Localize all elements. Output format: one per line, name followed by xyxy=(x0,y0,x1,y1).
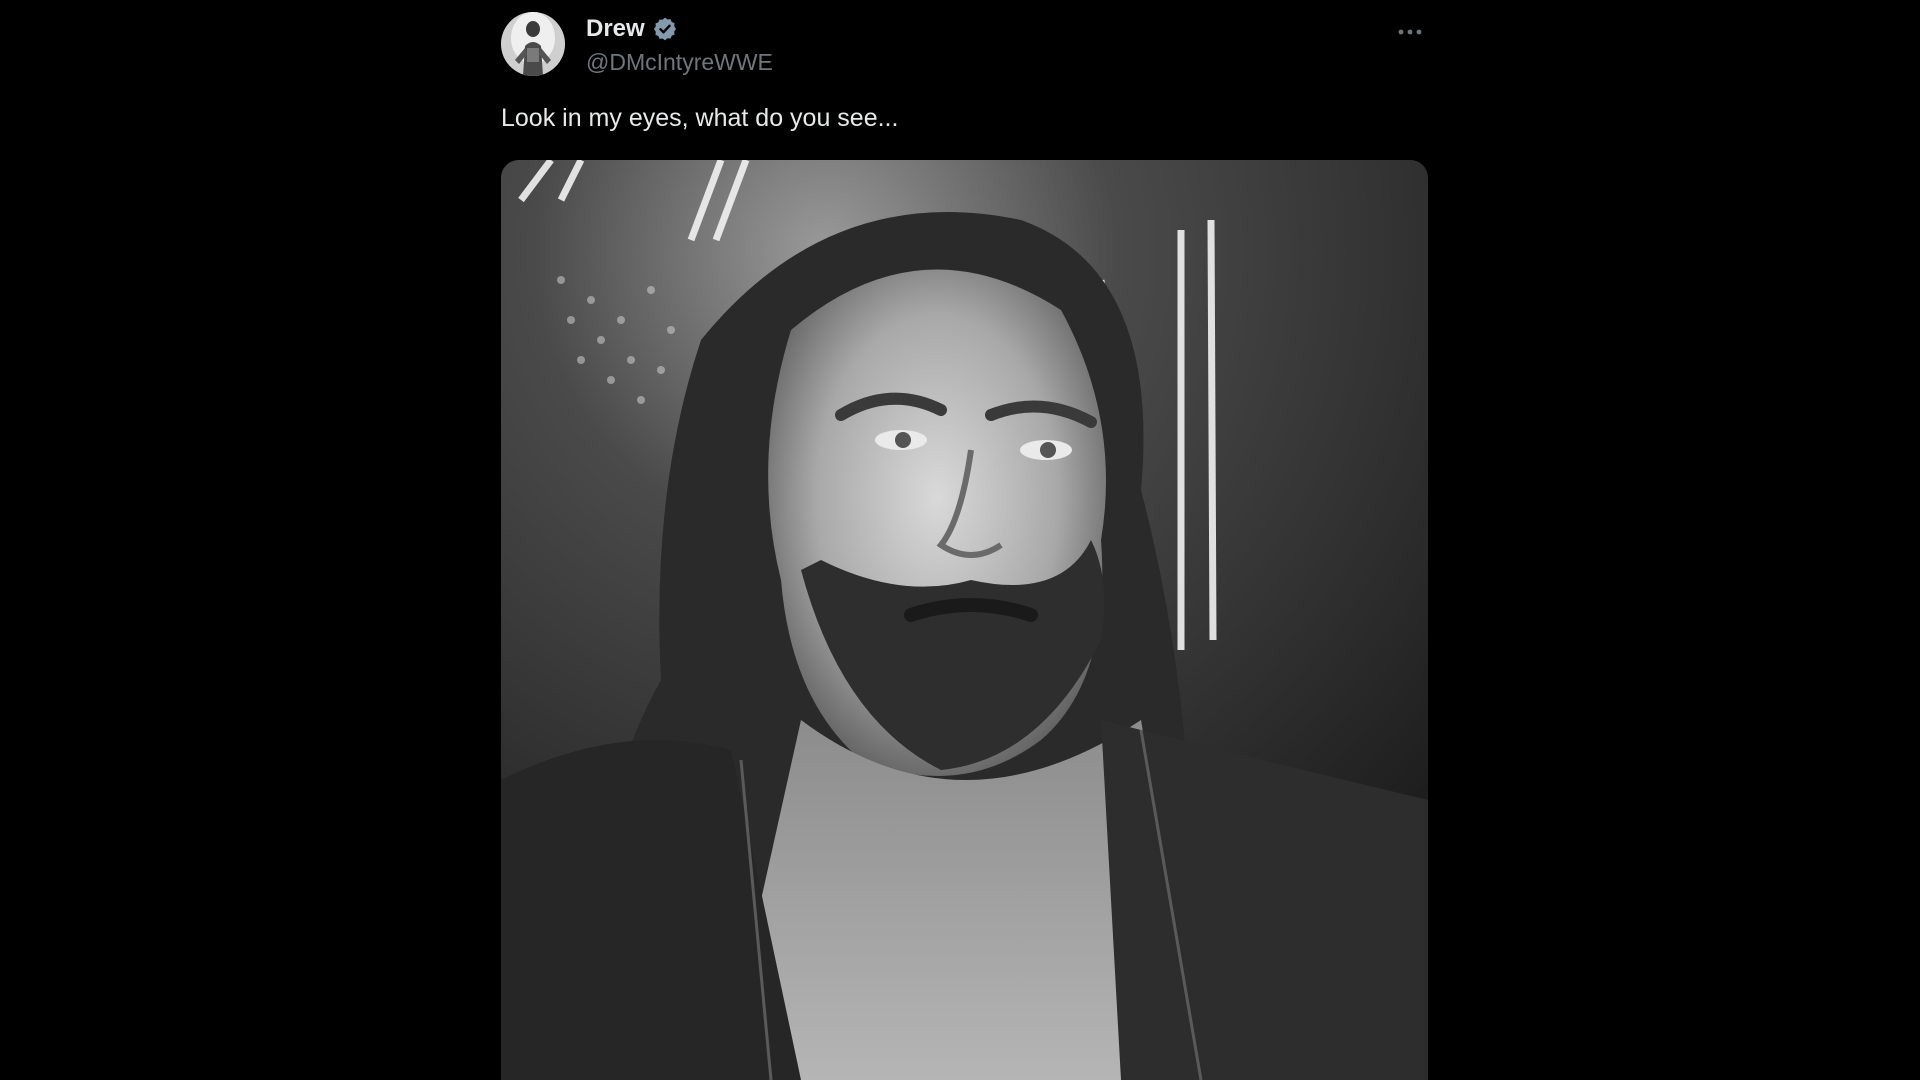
avatar-image xyxy=(501,12,565,76)
author-name-row: Drew xyxy=(586,14,678,44)
author-display-name[interactable]: Drew xyxy=(586,15,645,43)
verified-badge-icon[interactable] xyxy=(652,16,678,42)
more-horizontal-icon xyxy=(1398,29,1422,35)
tweet-photo-image xyxy=(501,160,1428,1080)
tweet-header: Drew @DMcIntyreWWE xyxy=(501,12,1428,80)
tweet-text: Look in my eyes, what do you see... xyxy=(501,104,899,132)
avatar[interactable] xyxy=(501,12,565,76)
more-options-button[interactable] xyxy=(1392,20,1428,44)
tweet: Drew @DMcIntyreWWE Look in my eyes, what… xyxy=(501,0,1428,1080)
author-handle[interactable]: @DMcIntyreWWE xyxy=(586,49,773,76)
tweet-photo[interactable] xyxy=(501,160,1428,1080)
